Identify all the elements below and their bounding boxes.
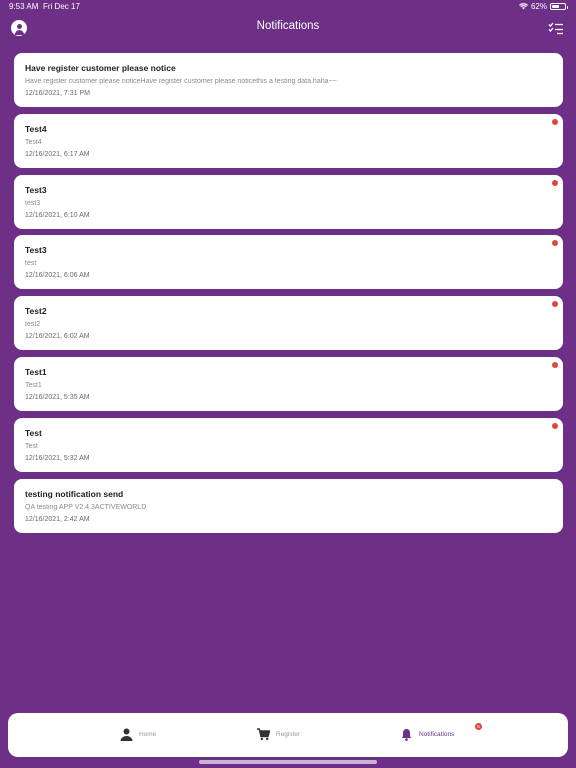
- notification-title: testing notification send: [25, 488, 124, 499]
- tab-register-label: Register: [276, 731, 301, 738]
- tab-notifications[interactable]: Notifications: [400, 728, 454, 741]
- tab-notifications-label: Notifications: [419, 731, 455, 738]
- notification-body: test2: [25, 321, 41, 329]
- tab-register[interactable]: Register: [257, 728, 300, 741]
- notification-time: 12/16/2021, 6:06 AM: [25, 272, 90, 280]
- status-date: Fri Dec 17: [43, 2, 80, 11]
- notification-list: Have register customer please notice Have…: [14, 53, 563, 539]
- header: Notifications: [0, 14, 576, 42]
- notification-title: Test4: [25, 123, 47, 134]
- cart-icon: [257, 728, 270, 741]
- status-indicators: 62%: [518, 2, 568, 11]
- battery-percent: 62%: [530, 2, 547, 11]
- wifi-icon: [518, 3, 528, 10]
- mark-all-read-icon[interactable]: [548, 21, 564, 35]
- bell-icon: [401, 729, 412, 741]
- person-icon: [120, 728, 133, 741]
- notification-body: Test: [25, 442, 38, 450]
- tab-home-label: Home: [139, 731, 157, 738]
- notification-body: Test4: [25, 138, 42, 146]
- notification-card[interactable]: Test3 test3 12/16/2021, 6:10 AM: [14, 174, 563, 229]
- notification-time: 12/16/2021, 6:10 AM: [25, 211, 90, 219]
- tab-home[interactable]: Home: [120, 728, 156, 741]
- notification-body: test: [25, 260, 37, 268]
- notification-title: Test2: [25, 306, 47, 317]
- notification-title: Have register customer please notice: [25, 63, 176, 73]
- notification-time: 12/16/2021, 5:32 AM: [25, 454, 90, 462]
- unread-dot: [552, 179, 558, 186]
- unread-dot: [552, 240, 558, 247]
- notification-time: 12/16/2021, 6:17 AM: [25, 150, 90, 158]
- home-indicator: [199, 760, 377, 764]
- status-bar: 9:53 AM Fri Dec 17 62%: [0, 0, 576, 14]
- tab-bar: Home Register Notifications 6: [8, 713, 568, 757]
- notification-title: Test3: [25, 184, 47, 195]
- notification-body: Test1: [25, 381, 42, 389]
- notification-time: 12/16/2021, 2:42 AM: [25, 515, 90, 523]
- notification-badge: 6: [475, 723, 482, 730]
- notification-title: Test3: [25, 245, 47, 256]
- battery-icon: [550, 3, 568, 10]
- notification-time: 12/16/2021, 7:31 PM: [25, 90, 90, 97]
- notification-card[interactable]: Test3 test 12/16/2021, 6:06 AM: [14, 235, 563, 290]
- notification-card[interactable]: Have register customer please notice Have…: [14, 53, 563, 107]
- battery-level: [552, 5, 560, 8]
- status-time: 9:53 AM: [9, 2, 39, 11]
- notification-title: Test1: [25, 366, 47, 377]
- notification-time: 12/16/2021, 6:02 AM: [25, 333, 90, 341]
- notification-body: test3: [25, 199, 41, 207]
- notification-time: 12/16/2021, 5:35 AM: [25, 393, 90, 401]
- notification-card[interactable]: testing notification send QA testing APP …: [14, 478, 563, 533]
- notification-body: QA testing APP V2.4.3ACTIVEWORLD: [25, 503, 147, 511]
- notification-card[interactable]: Test Test 12/16/2021, 5:32 AM: [14, 417, 563, 472]
- unread-dot: [552, 301, 558, 308]
- notification-title: Test: [25, 427, 42, 438]
- unread-dot: [552, 422, 558, 429]
- unread-dot: [552, 118, 558, 125]
- page-title: Notifications: [256, 20, 320, 32]
- notification-body: Have register customer please noticeHave…: [25, 78, 337, 85]
- notification-card[interactable]: Test1 Test1 12/16/2021, 5:35 AM: [14, 356, 563, 411]
- notification-card[interactable]: Test2 test2 12/16/2021, 6:02 AM: [14, 296, 563, 351]
- unread-dot: [552, 361, 558, 368]
- notification-card[interactable]: Test4 Test4 12/16/2021, 6:17 AM: [14, 113, 563, 168]
